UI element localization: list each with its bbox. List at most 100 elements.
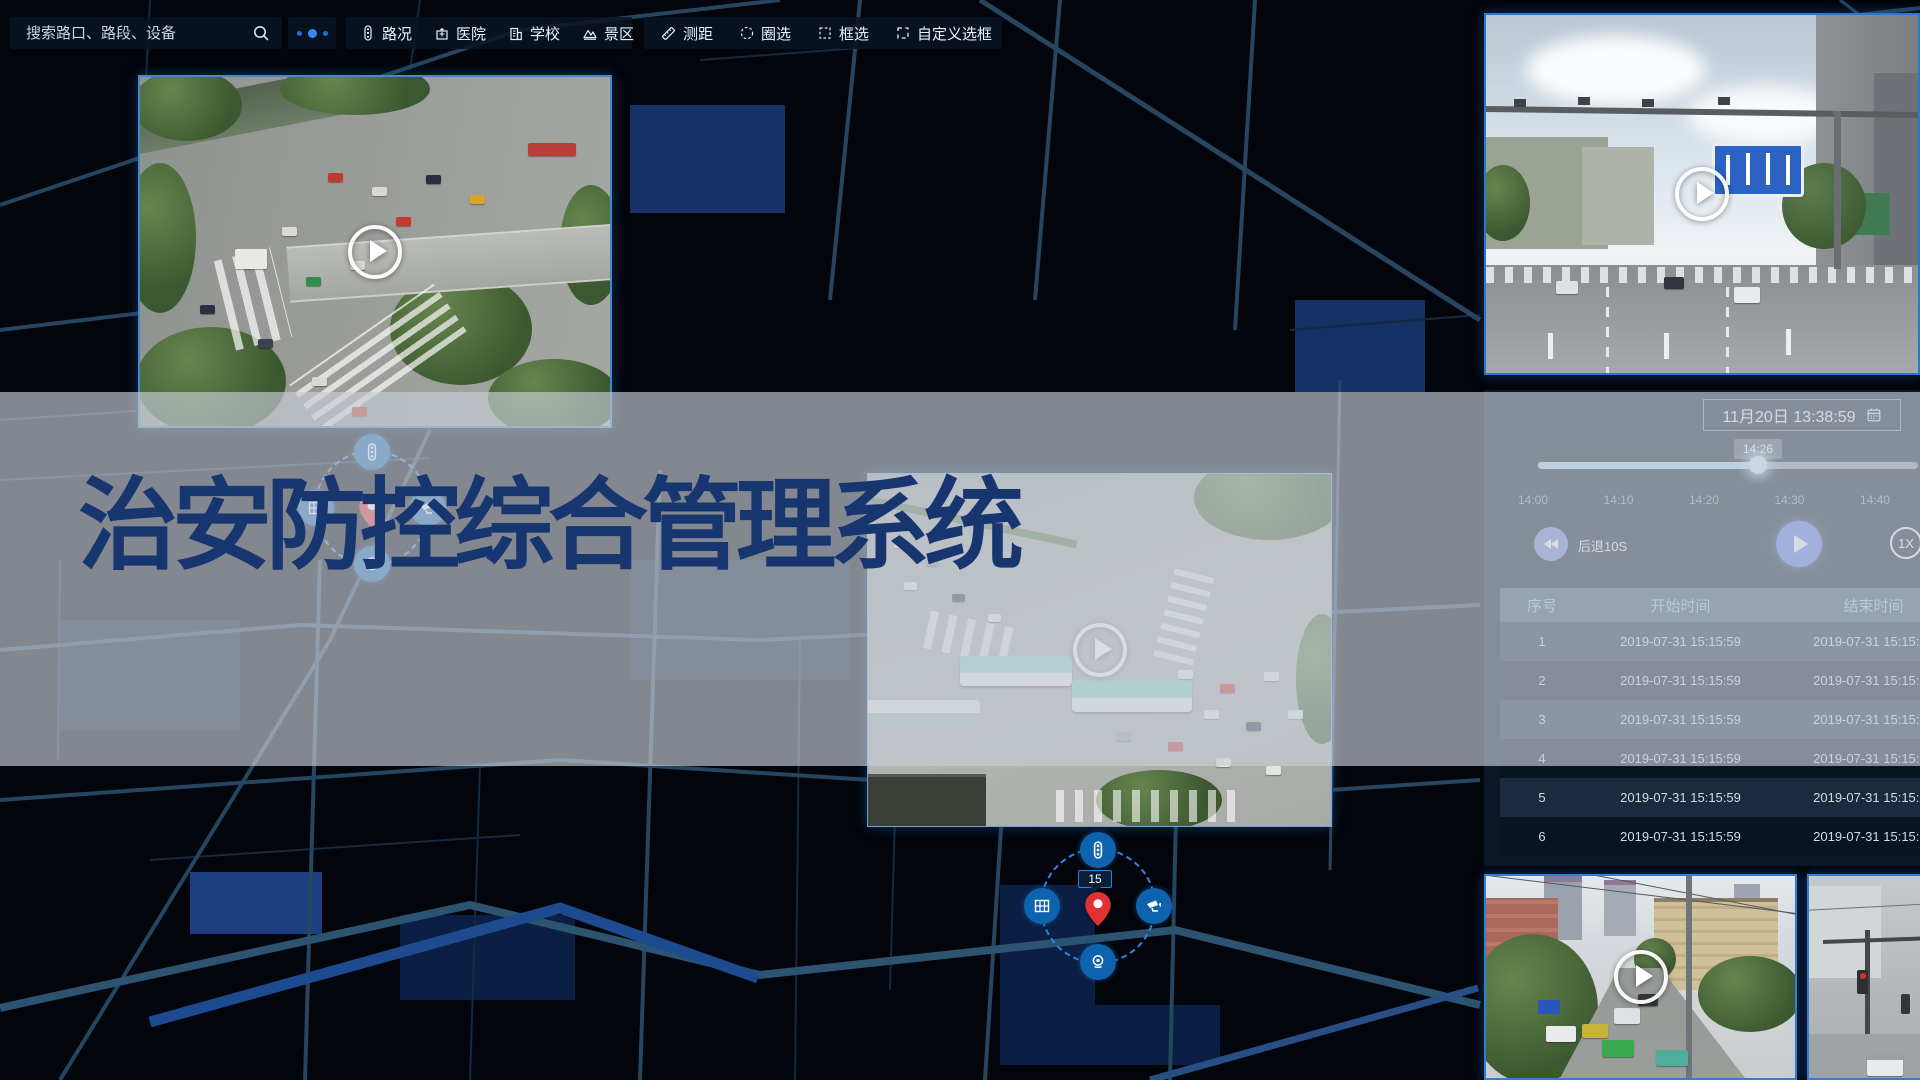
play-button[interactable] (1675, 167, 1729, 221)
cell-start-time: 2019-07-31 15:15:59 (1584, 790, 1777, 805)
scene-building (868, 774, 986, 827)
car (528, 143, 576, 156)
toolbar-item-measure[interactable]: 测距 (660, 23, 713, 44)
scene-trees (1698, 956, 1797, 1032)
car (1582, 1024, 1608, 1038)
car (1734, 287, 1760, 303)
car (470, 195, 485, 204)
hospital-icon (434, 25, 450, 41)
toolbar-item-box-select[interactable]: 框选 (817, 23, 869, 44)
play-button[interactable] (1614, 950, 1668, 1004)
traffic-light-icon (360, 25, 376, 41)
video-thumbnail-street-gantry[interactable] (1484, 13, 1920, 375)
toolbar-item-scenic[interactable]: 景区 (582, 23, 634, 44)
custom-select-icon (895, 25, 911, 41)
scene-cloud (1526, 35, 1706, 105)
toolbar-item-label: 医院 (456, 23, 486, 44)
scene-road (1809, 1034, 1920, 1080)
video-thumbnail-street-taxis[interactable] (1484, 874, 1797, 1080)
cell-start-time: 2019-07-31 15:15:59 (1584, 829, 1777, 844)
dome-camera-button[interactable] (1080, 944, 1116, 980)
car (1556, 281, 1578, 294)
scene-sign-arrow (1786, 155, 1790, 185)
scene-camera (1578, 97, 1590, 105)
toolbar-item-school[interactable]: 学校 (508, 23, 560, 44)
toolbar-item-label: 圈选 (761, 23, 791, 44)
scene-camera (1514, 99, 1526, 107)
dot-icon (308, 29, 317, 38)
car (328, 173, 343, 182)
scene-lane-arrow (1786, 329, 1791, 355)
car (1614, 1008, 1640, 1024)
car (258, 339, 273, 348)
cell-no: 6 (1500, 829, 1584, 844)
dot-icon (297, 31, 302, 36)
scene-building (1874, 73, 1920, 269)
cell-no: 5 (1500, 790, 1584, 805)
car (1546, 1026, 1576, 1042)
car (396, 217, 411, 226)
scene-sign (1538, 1000, 1560, 1014)
toolbar-item-traffic[interactable]: 路况 (360, 23, 412, 44)
app-window: 路况 医院 学校 景区 (0, 0, 1920, 1080)
car (1266, 766, 1281, 775)
toolbar-item-label: 自定义选框 (917, 23, 992, 44)
cctv-camera-icon (1145, 897, 1163, 915)
panel-grid-icon (1033, 897, 1051, 915)
video-thumbnail-signal-intersection[interactable] (1807, 874, 1920, 1080)
cell-end-time: 2019-07-31 15:15:59 (1777, 790, 1920, 805)
scene-crosswalk (1486, 267, 1920, 283)
more-options-button[interactable] (288, 17, 336, 49)
scene-lane-line (1726, 283, 1729, 375)
toolbar-item-hospital[interactable]: 医院 (434, 23, 486, 44)
map-tools-toolbar: 测距 圈选 框选 自定义选框 (644, 17, 1002, 49)
ruler-icon (660, 25, 677, 42)
toolbar-item-custom-select[interactable]: 自定义选框 (895, 23, 992, 44)
video-thumbnail-aerial-bridge[interactable] (138, 75, 612, 428)
car (200, 305, 215, 314)
dome-camera-icon (1089, 953, 1107, 971)
marker-count-value: 15 (1088, 872, 1101, 886)
system-title: 治安防控综合管理系统 (78, 444, 1018, 589)
toolbar-item-label: 景区 (604, 23, 634, 44)
toolbar-item-label: 学校 (530, 23, 560, 44)
toolbar-item-circle-select[interactable]: 圈选 (739, 23, 791, 44)
traffic-light-button[interactable] (1080, 832, 1116, 868)
car (1602, 1040, 1634, 1057)
car (282, 227, 297, 236)
cctv-camera-button[interactable] (1136, 888, 1172, 924)
scene-red-signal (1860, 973, 1866, 979)
scene-building (1604, 880, 1636, 936)
school-icon (508, 25, 524, 41)
car (306, 277, 321, 286)
table-row[interactable]: 5 2019-07-31 15:15:59 2019-07-31 15:15:5… (1500, 778, 1920, 817)
car (235, 249, 267, 269)
car (1664, 277, 1684, 289)
search-input[interactable] (24, 24, 252, 43)
car (426, 175, 441, 184)
car (312, 377, 327, 386)
car (372, 187, 387, 196)
table-row[interactable]: 6 2019-07-31 15:15:59 2019-07-31 15:15:5… (1500, 817, 1920, 856)
poi-toolbar: 路况 医院 学校 景区 (346, 17, 632, 49)
scene-building (1809, 886, 1881, 978)
scene-sign-arrow (1726, 155, 1730, 185)
circle-select-icon (739, 25, 755, 41)
marker-count-badge: 15 (1078, 870, 1112, 888)
scene-sign-arrow (1766, 153, 1770, 185)
toolbar-item-label: 测距 (683, 23, 713, 44)
panel-grid-button[interactable] (1024, 888, 1060, 924)
play-button[interactable] (348, 225, 402, 279)
scene-lane-line (1606, 283, 1609, 375)
location-pin-icon[interactable] (1085, 892, 1111, 926)
scene-traffic-light (1901, 994, 1910, 1014)
scene-camera (1642, 99, 1654, 107)
dot-icon (323, 31, 328, 36)
scene-crosswalk (1056, 790, 1238, 822)
scene-sign-arrow (1746, 153, 1750, 185)
search-bar[interactable] (10, 17, 282, 49)
scene-pole (1834, 111, 1841, 269)
scene-lane-arrow (1548, 333, 1553, 359)
toolbar-item-label: 框选 (839, 23, 869, 44)
search-icon (252, 24, 270, 42)
